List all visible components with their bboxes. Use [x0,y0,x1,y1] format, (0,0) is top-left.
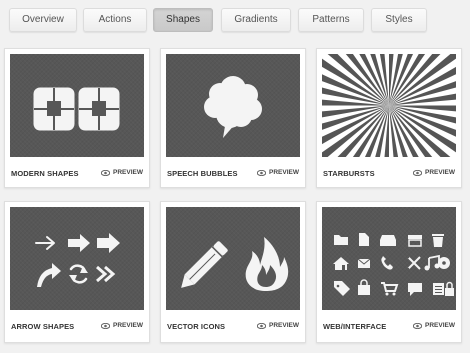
tag-icon [334,281,350,296]
card-web-interface[interactable]: WEB/INTERFACE PREVIEW [316,201,462,343]
card-title: ARROW SHAPES [11,322,75,331]
eye-icon [101,322,111,329]
card-modern-shapes[interactable]: MODERN SHAPES PREVIEW [4,48,150,188]
tab-actions[interactable]: Actions [83,8,147,32]
eye-icon [257,322,267,329]
preview-label: PREVIEW [425,322,455,329]
tab-gradients[interactable]: Gradients [221,8,291,32]
thumbnail [166,207,300,310]
lock-icon [445,288,454,296]
tab-bar: Overview Actions Shapes Gradients Patter… [0,8,470,34]
chat-icon [408,283,422,296]
eye-icon [413,169,423,176]
document-icon [359,233,369,246]
preview-label: PREVIEW [425,169,455,176]
tab-patterns[interactable]: Patterns [298,8,364,32]
tab-shapes[interactable]: Shapes [153,8,213,32]
preview-label: PREVIEW [113,169,143,176]
folder-icon [334,235,348,245]
bag-icon [358,285,370,295]
cart-icon [381,282,399,292]
preview-link[interactable]: PREVIEW [413,322,455,329]
card-title: WEB/INTERFACE [323,322,387,331]
preview-label: PREVIEW [269,169,299,176]
card-title: MODERN SHAPES [11,169,79,178]
preview-link[interactable]: PREVIEW [101,322,143,329]
speech-bubble-icon [204,76,262,138]
ruler-icon [408,235,422,239]
scissors-icon [407,256,421,270]
inbox-icon [380,235,396,246]
thumbnail [322,54,456,157]
eye-icon [413,322,423,329]
card-starbursts[interactable]: STARBURSTS PREVIEW [316,48,462,188]
home-icon [333,257,349,270]
thumbnail [322,207,456,310]
card-speech-bubbles[interactable]: SPEECH BUBBLES PREVIEW [160,48,306,188]
preview-link[interactable]: PREVIEW [257,322,299,329]
preview-label: PREVIEW [113,322,143,329]
modern-shapes-icon [33,87,120,131]
thumbnail [166,54,300,157]
tab-overview[interactable]: Overview [9,8,77,32]
web-interface-icons [333,233,454,296]
card-title: VECTOR ICONS [167,322,226,331]
eye-icon [257,169,267,176]
arrow-shapes-icon [35,233,120,287]
trash-icon [432,234,444,247]
thumbnail [10,207,144,310]
preview-link[interactable]: PREVIEW [413,169,455,176]
eye-icon [101,169,111,176]
starburst-icon [322,54,456,157]
card-arrow-shapes[interactable]: ARROW SHAPES PREVIEW [4,201,150,343]
thumbnail [10,54,144,157]
card-vector-icons[interactable]: VECTOR ICONS PREVIEW [160,201,306,343]
preview-link[interactable]: PREVIEW [101,169,143,176]
preview-link[interactable]: PREVIEW [257,169,299,176]
card-title: STARBURSTS [323,169,375,178]
card-title: SPEECH BUBBLES [167,169,238,178]
pencil-and-flame-icon [181,237,289,291]
tab-styles[interactable]: Styles [371,8,427,32]
phone-icon [381,256,393,270]
preview-label: PREVIEW [269,322,299,329]
